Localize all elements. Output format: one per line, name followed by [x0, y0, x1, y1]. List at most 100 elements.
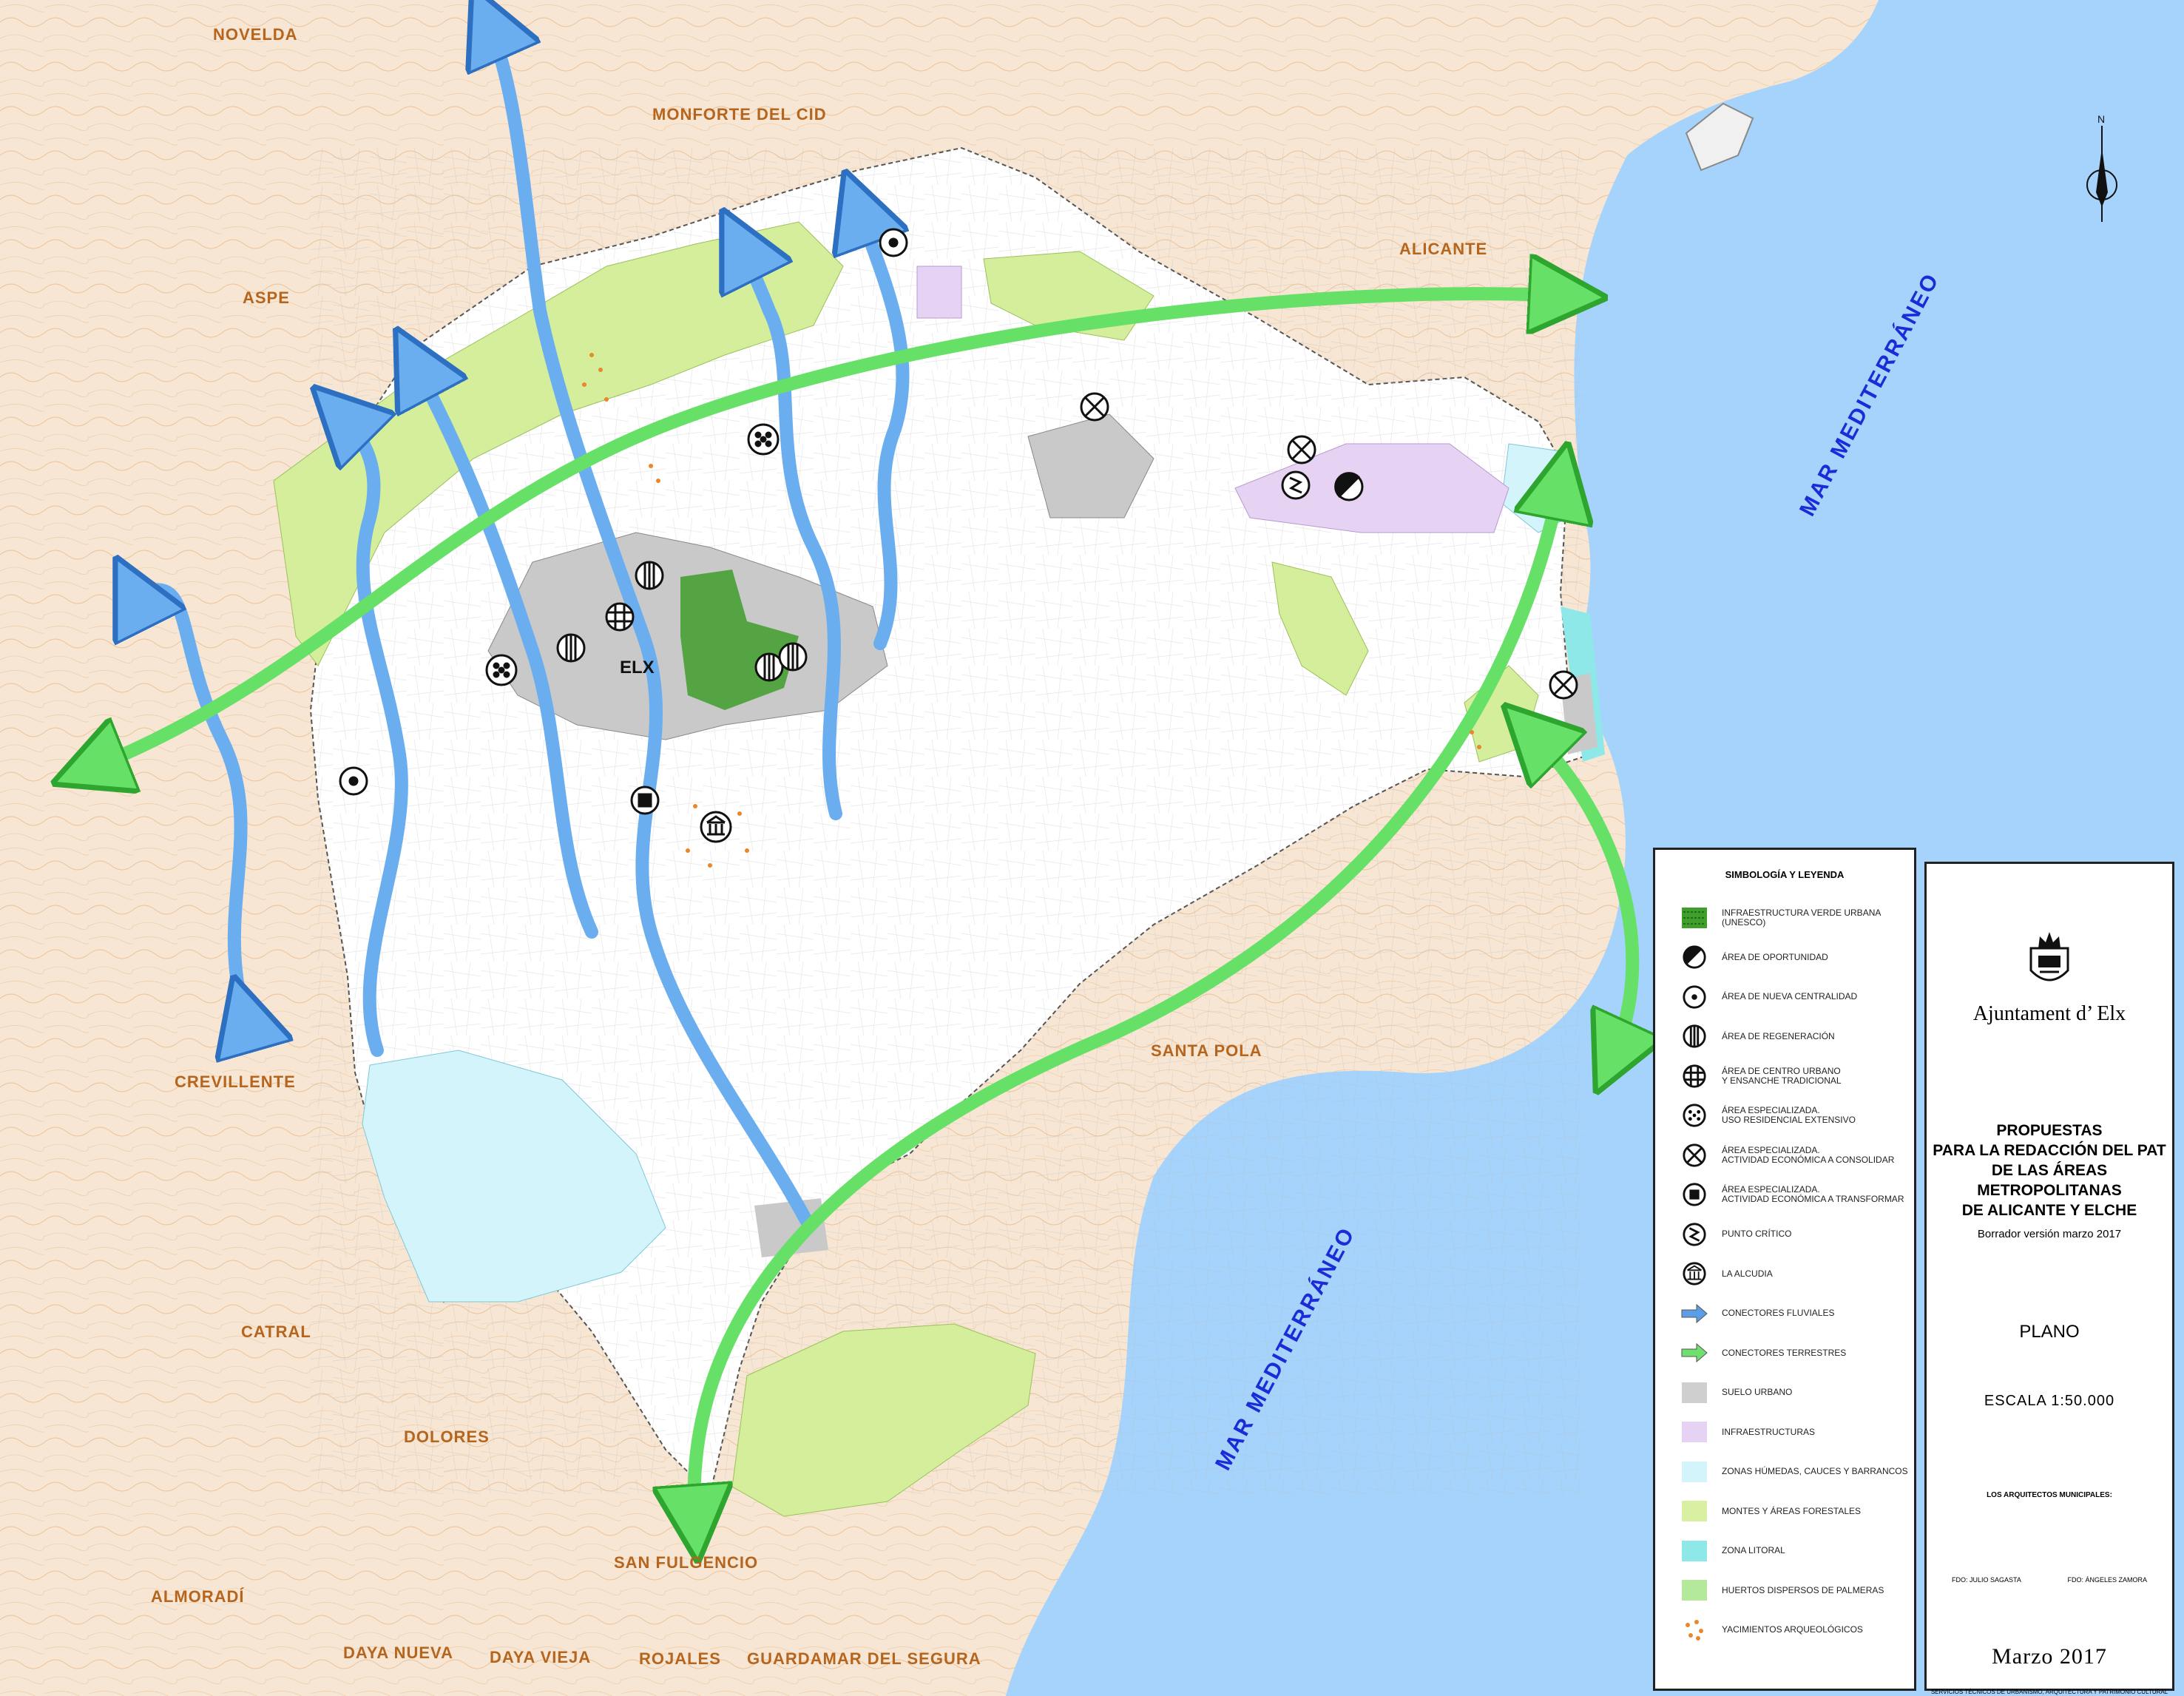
legend-item: LA ALCUDIA [1655, 1254, 1914, 1294]
legend-item: CONECTORES TERRESTRES [1655, 1334, 1914, 1374]
economic-transform-icon [630, 786, 660, 815]
legend-swatch [1682, 1422, 1707, 1443]
legend-swatch [1682, 1461, 1707, 1482]
legend-label: ZONA LITORAL [1722, 1545, 1785, 1556]
archaeological-site [737, 811, 742, 816]
place-label: CREVILLENTE [175, 1072, 296, 1091]
project-title-line: DE LAS ÁREAS METROPOLITANAS [1977, 1162, 2122, 1199]
project-title: PROPUESTAS PARA LA REDACCIÓN DEL PAT DE … [1927, 1121, 2172, 1220]
legend-label: MONTES Y ÁREAS FORESTALES [1722, 1505, 1862, 1516]
orange-dots-icon [1680, 1616, 1708, 1644]
legend-label: ÁREA ESPECIALIZADA. USO RESIDENCIAL EXTE… [1722, 1105, 1856, 1126]
legend-label: CONECTORES TERRESTRES [1722, 1347, 1847, 1358]
legend-item: ÁREA ESPECIALIZADA. USO RESIDENCIAL EXTE… [1655, 1096, 1914, 1136]
place-label: DOLORES [404, 1428, 490, 1446]
title-block: Ajuntament d’ Elx PROPUESTAS PARA LA RED… [1924, 862, 2174, 1695]
legend-label: ÁREA ESPECIALIZADA. ACTIVIDAD ECONÓMICA … [1722, 1184, 1904, 1205]
services-credit: SERVICIOS TÉCNICOS DE URBANISMO, ARQUITE… [1930, 1689, 2168, 1695]
archaeological-site [656, 479, 660, 483]
legend-label: INFRAESTRUCTURA VERDE URBANA (UNESCO) [1722, 907, 1881, 928]
place-label: SANTA POLA [1151, 1041, 1262, 1060]
archaeological-site [708, 863, 712, 868]
plan-label: PLANO [2019, 1322, 2080, 1342]
archaeological-site [598, 368, 603, 372]
swatch-icon [1680, 1458, 1708, 1486]
swatch-icon [1680, 1576, 1708, 1604]
legend-label: CONECTORES FLUVIALES [1722, 1308, 1835, 1319]
residential-area-icon [485, 654, 518, 686]
new-centrality-icon [339, 766, 368, 796]
plan-date: Marzo 2017 [1992, 1644, 2107, 1669]
economic-consolidate-icon [1549, 670, 1578, 700]
legend-label: ÁREA DE NUEVA CENTRALIDAD [1722, 991, 1858, 1002]
place-label: DAYA NUEVA [343, 1643, 453, 1662]
signature-right: FDO: ÁNGELES ZAMORA [2067, 1576, 2147, 1584]
place-label: ALICANTE [1399, 240, 1487, 258]
grid-circle-icon [1680, 1062, 1708, 1090]
residential-area-icon [747, 423, 780, 456]
legend-item: ZONAS HÚMEDAS, CAUCES Y BARRANCOS [1655, 1452, 1914, 1492]
regeneration-icon [635, 561, 664, 590]
legend-item: PUNTO CRÍTICO [1655, 1214, 1914, 1254]
place-label: DAYA VIEJA [490, 1648, 591, 1666]
infrastructure-north [916, 266, 962, 319]
place-label: ALMORADÍ [151, 1587, 245, 1606]
green-arrow-icon [1680, 1339, 1708, 1367]
dot-circle-icon [1680, 983, 1708, 1011]
half-filled-circle-icon [1680, 943, 1708, 971]
place-label: SAN FULGENCIO [614, 1553, 758, 1572]
place-label: ROJALES [639, 1649, 721, 1668]
archaeological-site [582, 382, 586, 387]
legend-item: INFRAESTRUCTURA VERDE URBANA (UNESCO) [1655, 898, 1914, 938]
legend-list: INFRAESTRUCTURA VERDE URBANA (UNESCO) ÁRE… [1655, 898, 1914, 1650]
legend-item: ÁREA DE OPORTUNIDAD [1655, 938, 1914, 978]
legend-item: ÁREA DE NUEVA CENTRALIDAD [1655, 977, 1914, 1017]
legend-label: SUELO URBANO [1722, 1387, 1793, 1398]
legend-panel: SIMBOLOGÍA Y LEYENDA INFRAESTRUCTURA VER… [1653, 848, 1916, 1691]
opportunity-area-icon [1334, 472, 1364, 501]
legend-item: INFRAESTRUCTURAS [1655, 1413, 1914, 1453]
legend-label: HUERTOS DISPERSOS DE PALMERAS [1722, 1584, 1884, 1595]
legend-label: ÁREA DE OPORTUNIDAD [1722, 951, 1828, 962]
urban-center-icon [605, 602, 635, 632]
project-title-line: PROPUESTAS [1996, 1122, 2103, 1139]
legend-title: SIMBOLOGÍA Y LEYENDA [1725, 869, 1845, 880]
project-title-line: PARA LA REDACCIÓN DEL PAT [1933, 1142, 2166, 1159]
legend-item: HUERTOS DISPERSOS DE PALMERAS [1655, 1571, 1914, 1611]
place-label: CATRAL [241, 1322, 311, 1341]
place-label: ASPE [243, 288, 290, 307]
legend-label: LA ALCUDIA [1722, 1268, 1773, 1279]
archaeological-site [745, 848, 749, 853]
legend-label: ÁREA DE REGENERACIÓN [1722, 1030, 1835, 1041]
draft-version: Borrador versión marzo 2017 [1977, 1228, 2122, 1240]
archaeological-site [1477, 745, 1481, 749]
city-label: ELX [620, 658, 655, 678]
swatch-icon [1680, 1418, 1708, 1446]
temple-circle-icon [1680, 1260, 1708, 1288]
economic-consolidate-icon [1287, 435, 1316, 464]
economic-consolidate-icon [1080, 392, 1109, 422]
legend-swatch [1682, 1382, 1707, 1403]
architects-heading: LOS ARQUITECTOS MUNICIPALES: [1987, 1491, 2112, 1499]
zigzag-circle-icon [1680, 1220, 1708, 1249]
signature-left: FDO: JULIO SAGASTA [1952, 1576, 2021, 1584]
legend-label: ZONAS HÚMEDAS, CAUCES Y BARRANCOS [1722, 1466, 1908, 1477]
place-label: NOVELDA [213, 25, 298, 44]
legend-label: PUNTO CRÍTICO [1722, 1229, 1792, 1240]
legend-item: ÁREA ESPECIALIZADA. ACTIVIDAD ECONÓMICA … [1655, 1135, 1914, 1175]
archaeological-site [589, 353, 594, 357]
legend-item: YACIMIENTOS ARQUEOLÓGICOS [1655, 1610, 1914, 1650]
green-dots-swatch-icon [1680, 904, 1708, 932]
square-circle-icon [1680, 1180, 1708, 1209]
legend-swatch [1682, 1540, 1707, 1561]
archaeological-site [1470, 730, 1474, 734]
cross-circle-icon [1680, 1141, 1708, 1169]
regeneration-icon [556, 633, 586, 663]
legend-item: ZONA LITORAL [1655, 1531, 1914, 1571]
legend-item: ÁREA DE CENTRO URBANO Y ENSANCHE TRADICI… [1655, 1056, 1914, 1096]
swatch-icon [1680, 1537, 1708, 1565]
legend-item: CONECTORES FLUVIALES [1655, 1294, 1914, 1334]
new-centrality-icon [879, 228, 908, 257]
blue-arrow-icon [1680, 1300, 1708, 1328]
legend-swatch [1682, 1501, 1707, 1522]
